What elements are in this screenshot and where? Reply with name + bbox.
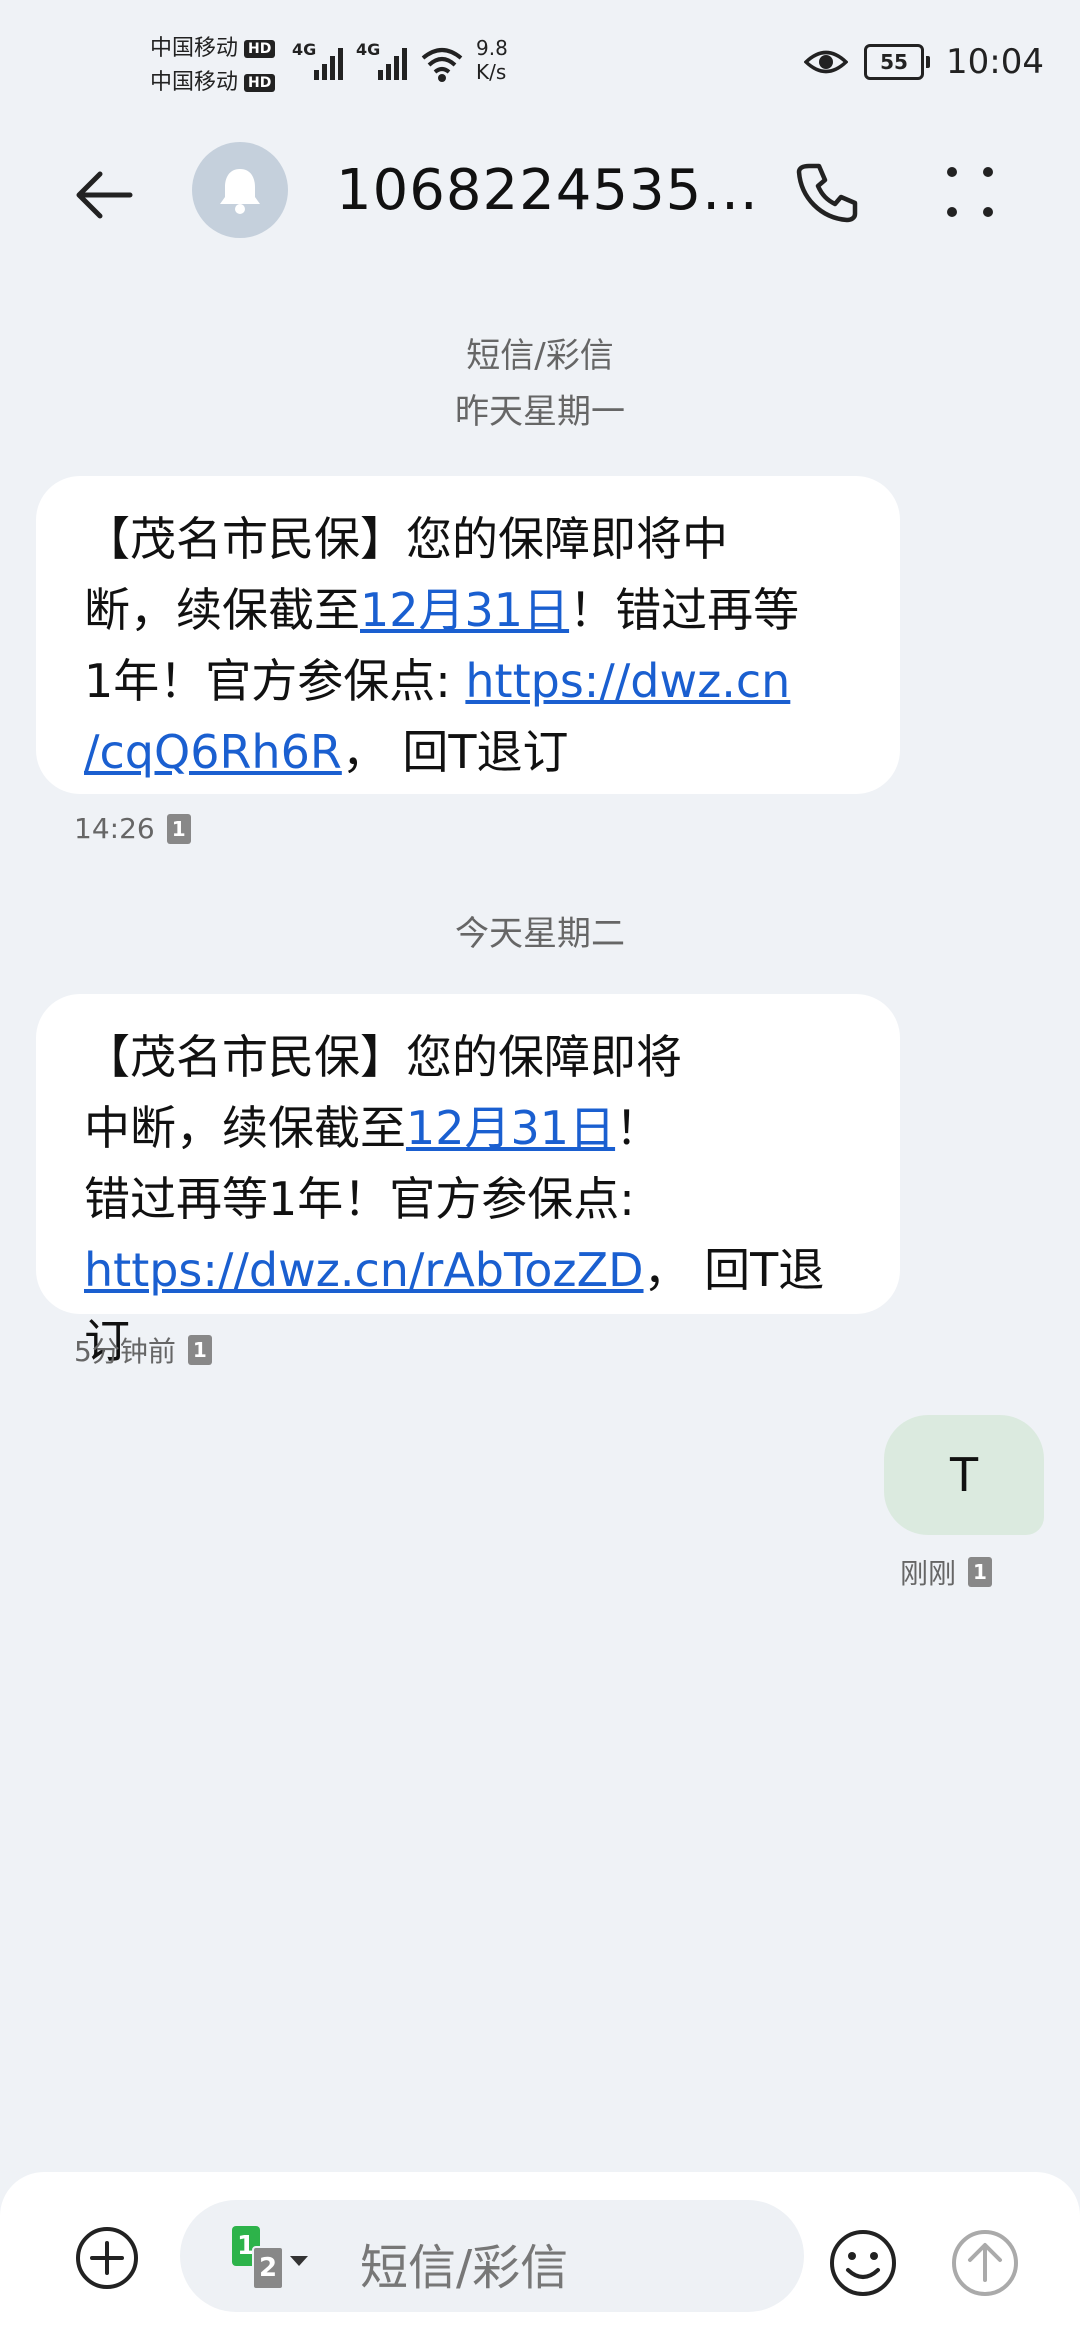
composer-bar: 1 2 短信/彩信 bbox=[0, 2172, 1080, 2340]
sim-card-icon: 1 bbox=[968, 1557, 993, 1587]
incoming-message-bubble[interactable]: 【茂名市民保】您的保障即将中 断，续保截至12月31日！错过再等 1年！官方参保… bbox=[36, 476, 900, 794]
add-attachment-icon[interactable] bbox=[74, 2225, 140, 2291]
sim-secondary: 2 bbox=[252, 2246, 284, 2290]
status-bar: 中国移动 HD 中国移动 HD 4G 4G 9.8 K/s 55 10:04 bbox=[0, 0, 1080, 130]
sim-selector[interactable]: 1 2 bbox=[232, 2226, 312, 2290]
url-link[interactable]: https://dwz.cn bbox=[465, 654, 790, 708]
carrier-info: 中国移动 HD 中国移动 HD bbox=[150, 32, 276, 100]
battery-level: 55 bbox=[864, 44, 925, 80]
signal-strength-icon bbox=[378, 48, 407, 80]
date-separator: 昨天星期一 bbox=[455, 392, 625, 432]
back-arrow-icon[interactable] bbox=[70, 160, 140, 230]
chevron-down-icon bbox=[290, 2256, 308, 2266]
message-type-label: 短信/彩信 bbox=[466, 336, 614, 376]
wifi-icon bbox=[421, 48, 463, 82]
message-meta: 5分钟前 1 bbox=[74, 1330, 212, 1370]
more-icon[interactable] bbox=[940, 160, 1000, 224]
message-input[interactable]: 1 2 短信/彩信 bbox=[180, 2200, 804, 2312]
date-link[interactable]: 12月31日 bbox=[360, 583, 569, 637]
date-separator: 今天星期二 bbox=[455, 914, 625, 954]
signal-strength-icon bbox=[314, 48, 343, 80]
emoji-icon[interactable] bbox=[828, 2228, 898, 2298]
message-time: 刚刚 bbox=[900, 1557, 957, 1590]
hd-badge-1: HD bbox=[244, 40, 276, 58]
carrier-1: 中国移动 bbox=[150, 36, 239, 61]
url-link[interactable]: https://dwz.cn/rAbTozZD bbox=[84, 1243, 644, 1297]
carrier-2: 中国移动 bbox=[150, 70, 239, 95]
net-speed: 9.8 K/s bbox=[476, 36, 508, 84]
phone-icon[interactable] bbox=[795, 160, 859, 224]
hd-badge-2: HD bbox=[244, 74, 276, 92]
sim-card-icon: 1 bbox=[166, 813, 191, 844]
status-right: 55 10:04 bbox=[804, 42, 1044, 82]
url-link[interactable]: /cqQ6Rh6R bbox=[84, 725, 342, 779]
incoming-message-bubble[interactable]: 【茂名市民保】您的保障即将 中断，续保截至12月31日！ 错过再等1年！官方参保… bbox=[36, 994, 900, 1368]
message-meta: 刚刚 1 bbox=[900, 1552, 993, 1592]
sim-card-icon: 1 bbox=[187, 1335, 212, 1365]
date-link[interactable]: 12月31日 bbox=[406, 1101, 615, 1155]
eye-icon bbox=[804, 50, 849, 74]
input-placeholder: 短信/彩信 bbox=[360, 2240, 569, 2296]
battery-indicator: 55 bbox=[864, 44, 931, 80]
message-time: 5分钟前 bbox=[74, 1335, 176, 1368]
message-meta: 14:26 1 bbox=[74, 812, 191, 845]
clock: 10:04 bbox=[946, 42, 1044, 82]
outgoing-message-bubble[interactable]: T bbox=[884, 1415, 1044, 1535]
contact-number[interactable]: 1068224535... bbox=[336, 158, 759, 223]
message-time: 14:26 bbox=[74, 812, 155, 845]
send-icon[interactable] bbox=[950, 2228, 1020, 2298]
bell-icon bbox=[220, 169, 260, 214]
contact-avatar[interactable] bbox=[192, 142, 288, 238]
